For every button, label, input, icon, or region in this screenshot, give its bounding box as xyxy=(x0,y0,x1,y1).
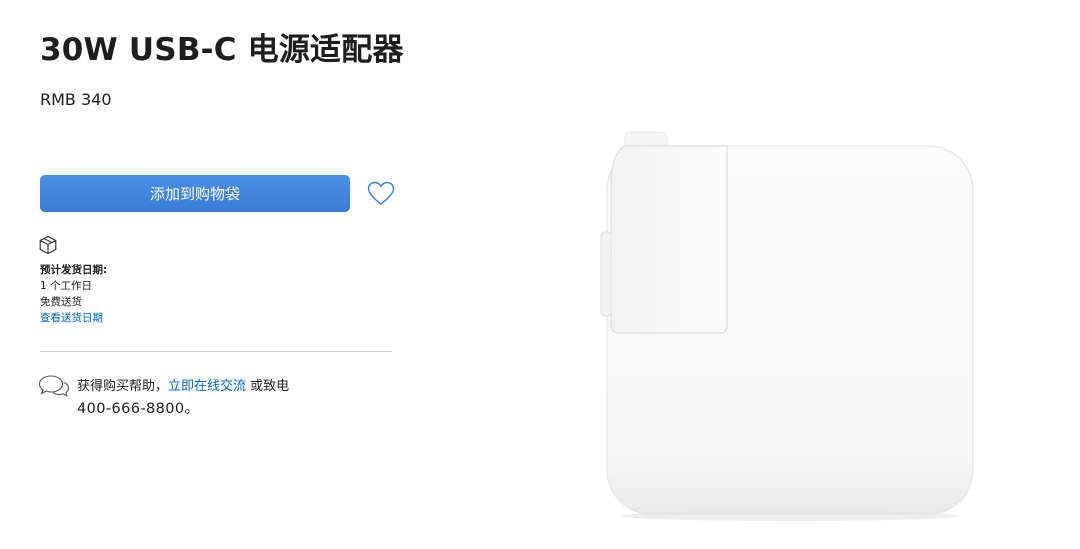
check-delivery-dates-link[interactable]: 查看送货日期 xyxy=(40,310,107,326)
help-prefix: 获得购买帮助， xyxy=(77,379,169,394)
chat-bubbles-icon xyxy=(38,375,70,397)
live-chat-link[interactable]: 立即在线交流 xyxy=(168,379,246,394)
product-page: 30W USB-C 电源适配器 RMB 340 添加到购物袋 预计发货日期: 1… xyxy=(0,0,1080,549)
delivery-heading: 预计发货日期: xyxy=(40,264,108,276)
help-phone-number: 400-666-8800。 xyxy=(77,401,200,417)
section-divider xyxy=(40,351,392,352)
delivery-info: 预计发货日期: 1 个工作日 免费送货 查看送货日期 xyxy=(40,262,107,326)
product-image xyxy=(600,131,974,521)
product-price: RMB 340 xyxy=(40,90,112,109)
product-title: 30W USB-C 电源适配器 xyxy=(40,32,404,68)
purchase-help: 获得购买帮助，立即在线交流 或致电 400-666-8800。 xyxy=(77,376,317,420)
delivery-lead-time: 1 个工作日 xyxy=(40,280,93,292)
delivery-shipping-fee: 免费送货 xyxy=(40,296,82,308)
help-middle: 或致电 xyxy=(246,379,290,394)
box-icon xyxy=(39,235,57,255)
add-to-bag-button[interactable]: 添加到购物袋 xyxy=(40,175,350,212)
heart-icon[interactable] xyxy=(367,181,395,207)
